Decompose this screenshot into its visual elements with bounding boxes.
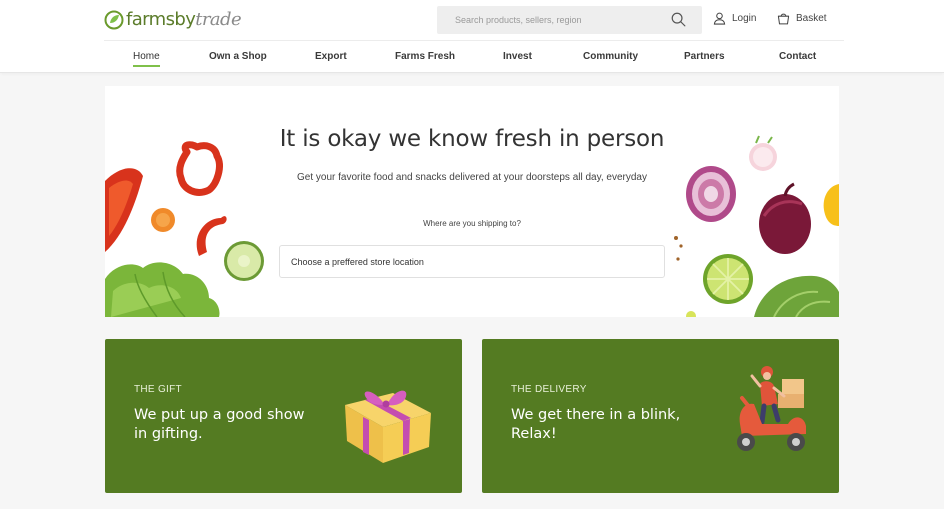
basket-link[interactable]: Basket — [777, 12, 827, 25]
delivery-card[interactable]: THE DELIVERY We get there in a blink, Re… — [482, 339, 839, 493]
nav-item-export[interactable]: Export — [315, 51, 347, 62]
login-label: Login — [732, 13, 757, 24]
nav-item-partners[interactable]: Partners — [684, 51, 725, 62]
brand-name-part1: farmsby — [126, 9, 196, 30]
left-vegetables-illustration — [105, 141, 264, 317]
nav-item-home[interactable]: Home — [133, 51, 160, 67]
brand-name: farmsbytrade — [126, 9, 242, 30]
store-location-input[interactable] — [280, 246, 664, 277]
gift-card-title: We put up a good show in gifting. — [134, 407, 305, 442]
gift-card[interactable]: THE GIFT We put up a good show in giftin… — [105, 339, 462, 493]
nav-item-community[interactable]: Community — [583, 51, 638, 62]
right-vegetables-illustration — [674, 135, 839, 317]
store-location-field — [279, 245, 665, 278]
leaf-logo-icon — [104, 10, 124, 29]
basket-icon — [777, 13, 790, 25]
site-header: farmsbytrade Login Basket Home — [0, 0, 944, 73]
nav-item-farms-fresh[interactable]: Farms Fresh — [395, 51, 455, 62]
top-bar: farmsbytrade Login Basket — [0, 0, 944, 40]
nav-item-invest[interactable]: Invest — [503, 51, 532, 62]
user-icon — [713, 12, 726, 25]
main-nav: Home Own a Shop Export Farms Fresh Inves… — [104, 41, 844, 73]
delivery-card-title: We get there in a blink, Relax! — [511, 407, 681, 442]
login-link[interactable]: Login — [713, 12, 756, 25]
hero-banner: It is okay we know fresh in person Get y… — [105, 86, 839, 317]
basket-label: Basket — [796, 13, 827, 24]
brand-name-part2: trade — [195, 9, 241, 30]
search-bar — [437, 6, 702, 34]
nav-item-own-a-shop[interactable]: Own a Shop — [209, 51, 267, 62]
brand-logo[interactable]: farmsbytrade — [104, 9, 242, 30]
delivery-card-eyebrow: THE DELIVERY — [511, 384, 587, 395]
search-input[interactable] — [437, 6, 667, 34]
search-icon[interactable] — [671, 12, 686, 27]
delivery-scooter-icon — [737, 366, 806, 451]
gift-box-icon — [345, 390, 431, 463]
gift-card-eyebrow: THE GIFT — [134, 384, 182, 395]
nav-item-contact[interactable]: Contact — [779, 51, 816, 62]
